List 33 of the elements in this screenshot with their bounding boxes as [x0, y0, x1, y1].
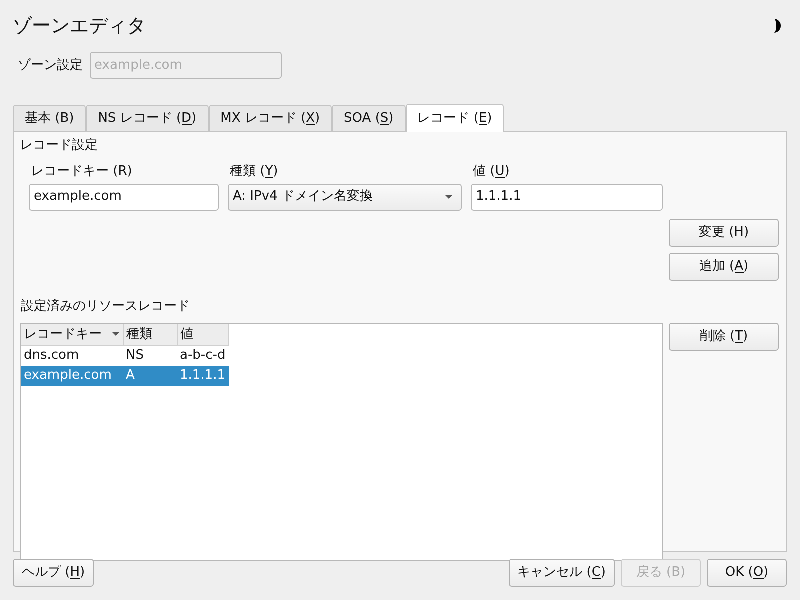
section-title: 設定済みのリソースレコード	[20, 298, 191, 316]
column-header[interactable]: 種類	[123, 324, 177, 346]
table-cell[interactable]: 1.1.1.1	[177, 366, 229, 386]
field-label: レコードキー (R)	[30, 162, 134, 180]
button[interactable]: 変更 (H)	[669, 218, 779, 246]
input-field[interactable]: example.com	[29, 184, 219, 210]
button[interactable]: 削除 (T)	[669, 322, 779, 350]
tab[interactable]: NS レコード (D)	[86, 105, 209, 131]
field-label: 種類 (Y)	[229, 162, 280, 180]
column-header[interactable]: 値	[177, 324, 229, 346]
dropdown[interactable]: A: IPv4 ドメイン名変換	[228, 184, 462, 210]
button: 戻る (B)	[621, 559, 701, 587]
button[interactable]: キャンセル (C)	[508, 559, 615, 587]
zone-field: example.com	[90, 52, 282, 79]
tab[interactable]: 基本 (B)	[13, 105, 86, 131]
caret-icon	[445, 195, 453, 199]
table-cell[interactable]: A	[123, 366, 177, 386]
field-label: ゾーン設定	[18, 56, 83, 75]
table-cell[interactable]: NS	[123, 346, 177, 366]
table-cell[interactable]: a-b-c-d	[177, 346, 229, 366]
section-title: レコード設定	[20, 137, 99, 155]
tab[interactable]: SOA (S)	[332, 105, 406, 131]
tab[interactable]: レコード (E)	[406, 104, 504, 132]
tab[interactable]: MX レコード (X)	[208, 105, 332, 131]
button[interactable]: OK (O)	[707, 559, 787, 587]
column-header[interactable]: レコードキー	[21, 324, 123, 346]
table-cell[interactable]: dns.com	[21, 346, 123, 366]
field-label: 値 (U)	[472, 162, 511, 180]
table-cell[interactable]: example.com	[21, 366, 123, 386]
window-title: ゾーンエディタ	[13, 14, 146, 39]
button[interactable]: ヘルプ (H)	[13, 559, 94, 587]
input-field[interactable]: 1.1.1.1	[471, 184, 663, 210]
button[interactable]: 追加 (A)	[669, 253, 779, 281]
